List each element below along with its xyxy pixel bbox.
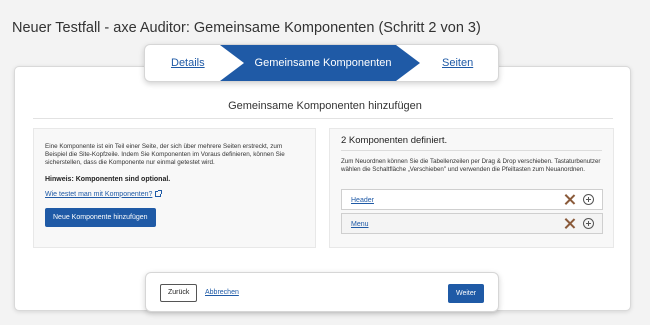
component-link[interactable]: Menu [351,214,369,235]
drag-move-icon[interactable] [583,218,594,229]
reorder-instructions: Zum Neuordnen können Sie die Tabellenzei… [341,158,601,173]
components-list-panel: 2 Komponenten definiert. Zum Neuordnen k… [329,128,614,248]
component-link[interactable]: Header [351,190,374,211]
delete-icon[interactable] [563,193,576,206]
section-divider [33,118,613,119]
add-component-button[interactable]: Neue Komponente hinzufügen [45,207,156,227]
components-description: Eine Komponente ist ein Teil einer Seite… [45,143,285,167]
external-link-icon [155,190,163,198]
step-current: Gemeinsame Komponenten [220,45,420,81]
section-title: Gemeinsame Komponenten hinzufügen [228,100,422,112]
components-count: 2 Komponenten definiert. [341,135,602,151]
help-link-label: Wie testet man mit Komponenten? [45,190,153,198]
delete-icon[interactable] [563,217,576,230]
components-info-panel: Eine Komponente ist ein Teil einer Seite… [33,128,316,248]
component-row: Menu [341,213,603,234]
help-link[interactable]: Wie testet man mit Komponenten? [45,190,163,198]
step-pages-link[interactable]: Seiten [442,45,473,81]
back-button[interactable]: Zurück [160,284,198,302]
step-details-link[interactable]: Details [171,45,205,81]
wizard-footer: Zurück Abbrechen Weiter [145,272,499,312]
next-button[interactable]: Weiter [448,284,485,303]
components-hint: Hinweis: Komponenten sind optional. [45,175,171,183]
drag-move-icon[interactable] [583,194,594,205]
page-title: Neuer Testfall - axe Auditor: Gemeinsame… [12,20,481,36]
cancel-link[interactable]: Abbrechen [205,284,239,302]
wizard-stepper: Details Gemeinsame Komponenten Seiten [144,44,499,82]
component-row: Header [341,189,603,210]
